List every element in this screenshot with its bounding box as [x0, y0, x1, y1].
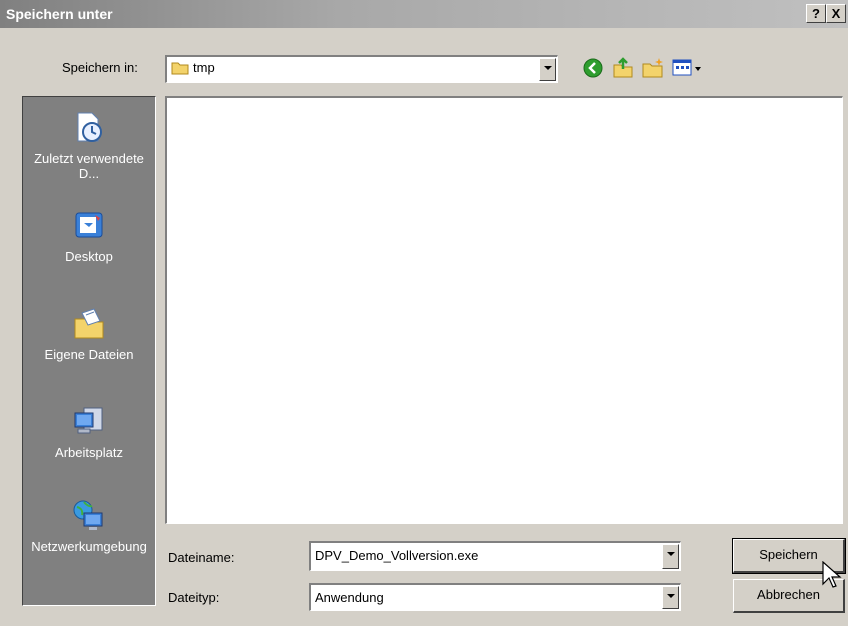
desktop-icon [75, 212, 103, 238]
save-in-dropdown-arrow[interactable] [539, 58, 556, 81]
filetype-label: Dateityp: [168, 590, 220, 605]
place-label: Netzwerkumgebung [31, 539, 147, 554]
place-my-documents[interactable]: Eigene Dateien [23, 307, 155, 362]
my-computer-icon [74, 407, 103, 434]
close-button[interactable]: X [826, 4, 846, 23]
filename-label: Dateiname: [168, 550, 235, 565]
title-bar[interactable]: Speichern unter ? X [0, 0, 848, 28]
save-as-dialog: Speichern unter ? X Speichern in: tmp Zu… [0, 0, 848, 626]
back-icon[interactable] [581, 56, 605, 80]
up-folder-icon[interactable] [611, 56, 635, 80]
place-my-computer[interactable]: Arbeitsplatz [23, 405, 155, 460]
filetype-dropdown-arrow[interactable] [662, 586, 679, 609]
help-button[interactable]: ? [806, 4, 826, 23]
file-list[interactable] [165, 96, 843, 524]
filetype-value: Anwendung [315, 590, 384, 605]
my-documents-icon [74, 308, 104, 339]
network-icon [73, 500, 103, 530]
new-folder-icon[interactable] [641, 56, 665, 80]
recent-documents-icon [77, 112, 102, 142]
mouse-pointer-icon [822, 561, 842, 588]
filename-input[interactable]: DPV_Demo_Vollversion.exe [309, 541, 681, 571]
save-in-value: tmp [171, 60, 215, 75]
view-menu-icon[interactable] [671, 56, 705, 80]
places-bar: Zuletzt verwendete D... Desktop Eigene D… [22, 96, 156, 606]
filename-value: DPV_Demo_Vollversion.exe [315, 548, 479, 563]
filename-dropdown-arrow[interactable] [662, 544, 679, 569]
save-in-label: Speichern in: [62, 60, 138, 75]
place-network[interactable]: Netzwerkumgebung [23, 499, 155, 554]
place-recent[interactable]: Zuletzt verwendete D... [23, 111, 155, 181]
place-label: Desktop [65, 249, 113, 264]
place-label: Eigene Dateien [44, 347, 134, 362]
window-title: Speichern unter [6, 6, 113, 22]
place-label: Arbeitsplatz [55, 445, 123, 460]
place-desktop[interactable]: Desktop [23, 209, 155, 264]
save-in-dropdown[interactable]: tmp [165, 55, 558, 83]
folder-icon [171, 62, 189, 75]
filetype-dropdown[interactable]: Anwendung [309, 583, 681, 611]
place-label: Zuletzt verwendete D... [34, 151, 144, 181]
